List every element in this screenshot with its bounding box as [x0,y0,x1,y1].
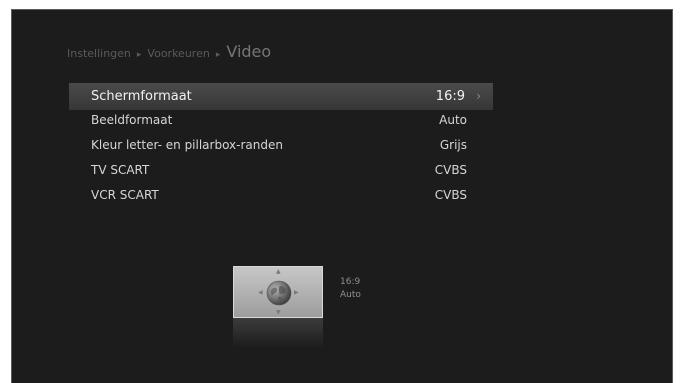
arrow-down-icon: ▼ [276,309,281,316]
menu-row-label: Schermformaat [91,89,192,104]
arrow-right-icon: ▶ [294,289,299,296]
preview-info: 16:9 Auto [340,276,361,302]
breadcrumb-separator: ▸ [136,50,142,60]
aspect-preview: ▲ ▼ ◀ ▶ [233,266,323,318]
menu-row-vcr-scart[interactable]: VCR SCART CVBS [69,183,493,208]
menu-row-value: Auto [439,113,467,127]
menu-row-kleur-randen[interactable]: Kleur letter- en pillarbox-randen Grijs [69,133,493,158]
preview-aspect: 16:9 [340,277,361,287]
device-frame: Instellingen ▸ Voorkeuren ▸ Video Scherm… [0,0,684,383]
menu-row-label: Kleur letter- en pillarbox-randen [91,138,283,152]
menu-row-label: TV SCART [91,163,150,177]
menu-row-value: Grijs [439,138,467,152]
menu-row-beeldformaat[interactable]: Beeldformaat Auto [69,108,493,133]
menu-row-value: CVBS [434,163,467,177]
preview-format: Auto [340,290,361,300]
menu-row-label: VCR SCART [91,188,159,202]
menu-row-value: CVBS [434,188,467,202]
arrow-up-icon: ▲ [276,268,281,275]
breadcrumb-item-voorkeuren: Voorkeuren [147,47,210,60]
preview-reflection [233,318,323,348]
breadcrumb-item-instellingen: Instellingen [67,47,131,60]
arrow-left-icon: ◀ [258,289,263,296]
menu-row-label: Beeldformaat [91,113,173,127]
page-title: Video [226,42,272,61]
globe-icon [266,280,292,306]
menu-row-tv-scart[interactable]: TV SCART CVBS [69,158,493,183]
breadcrumb-separator: ▸ [215,50,221,60]
menu-row-value: 16:9 [435,89,465,104]
tv-screen: Instellingen ▸ Voorkeuren ▸ Video Scherm… [11,9,673,383]
chevron-right-icon: › [476,89,481,103]
breadcrumb: Instellingen ▸ Voorkeuren ▸ Video [67,42,271,61]
menu-row-schermformaat[interactable]: Schermformaat 16:9 › [69,83,493,110]
settings-menu: Schermformaat 16:9 › Beeldformaat Auto K… [69,83,493,208]
